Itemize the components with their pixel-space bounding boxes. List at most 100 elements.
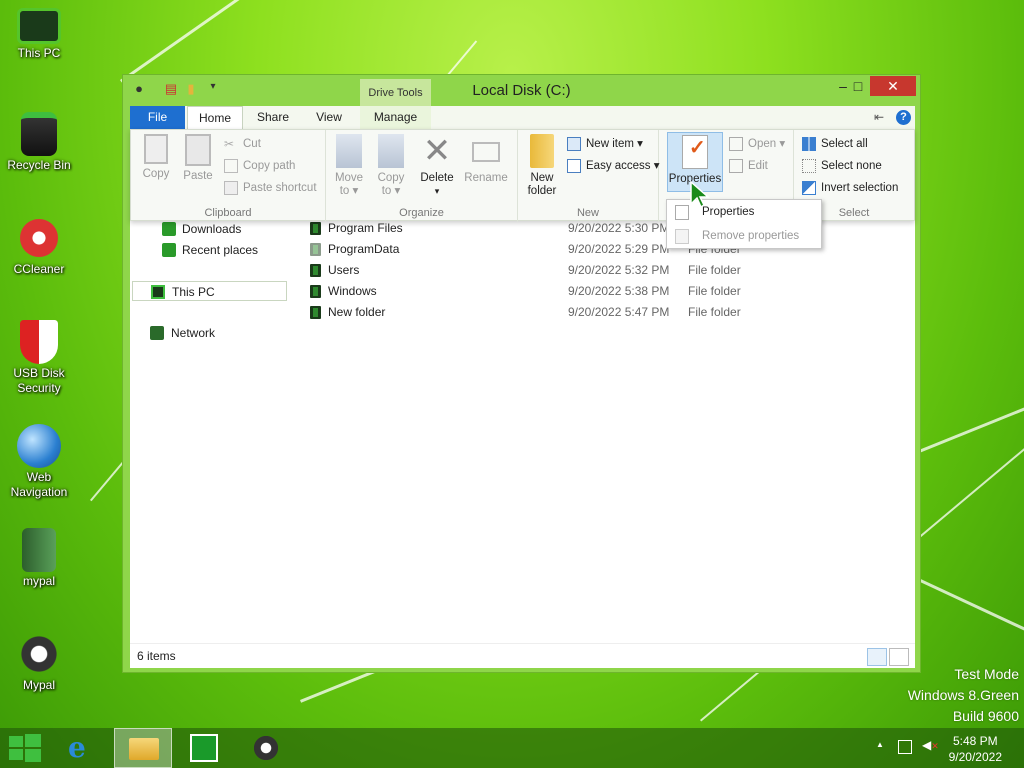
desktop-icon-mypal-folder[interactable]: mypal <box>1 528 77 589</box>
remove-properties-menu-item[interactable]: Remove properties <box>667 225 821 248</box>
item-count: 6 items <box>137 649 176 663</box>
rename-icon <box>472 142 500 162</box>
file-type: File folder <box>688 263 741 277</box>
store-icon <box>190 734 218 762</box>
properties-icon <box>675 205 689 220</box>
desktop-icon-usb-disk-security[interactable]: USB Disk Security <box>1 320 77 396</box>
taskbar-internet-explorer[interactable]: e <box>56 728 114 768</box>
rename-button[interactable]: Rename <box>461 134 511 185</box>
title-bar[interactable]: ● ▤ ▮ ▾ Drive Tools Local Disk (C:) – □ … <box>123 75 920 106</box>
file-name: New folder <box>328 305 386 319</box>
file-row[interactable]: Windows 9/20/2022 5:38 PM File folder <box>308 281 908 302</box>
cut-button[interactable]: ✂ Cut <box>224 135 261 153</box>
raccoon-icon <box>17 632 61 676</box>
folder-icon <box>310 264 321 277</box>
folder-icon <box>22 528 56 572</box>
network-icon[interactable] <box>898 740 912 754</box>
new-group-label: New <box>576 207 599 219</box>
file-explorer-icon <box>129 738 159 760</box>
clock[interactable]: 5:48 PM 9/20/2022 <box>949 733 1002 765</box>
desktop-icon-label: CCleaner <box>13 262 65 276</box>
copy-to-icon <box>378 134 404 168</box>
volume-muted-icon[interactable]: ◀✕ <box>922 738 939 752</box>
desktop-icon-ccleaner[interactable]: CCleaner <box>1 216 77 277</box>
paste-button[interactable]: Paste <box>179 134 217 183</box>
start-button[interactable] <box>0 728 58 768</box>
explorer-window: ● ▤ ▮ ▾ Drive Tools Local Disk (C:) – □ … <box>122 74 921 673</box>
nav-item-downloads[interactable]: Downloads <box>160 219 241 239</box>
help-icon[interactable]: ? <box>896 110 911 125</box>
recycle-bin-icon <box>21 112 57 156</box>
tab-home[interactable]: Home <box>187 106 243 129</box>
this-pc-icon <box>151 285 165 299</box>
tab-share[interactable]: Share <box>245 106 301 129</box>
clipboard-group-label: Clipboard <box>204 207 252 219</box>
desktop-icon-label: mypal <box>22 574 55 588</box>
tab-manage[interactable]: Manage <box>360 106 431 129</box>
windows-logo-icon <box>9 734 41 762</box>
file-name: ProgramData <box>328 242 400 256</box>
monitor-icon <box>17 8 61 44</box>
folder-icon <box>530 134 554 168</box>
large-icons-view-button[interactable] <box>889 648 909 666</box>
easy-access-button[interactable]: Easy access ▾ <box>567 157 660 175</box>
taskbar-file-explorer[interactable] <box>114 728 172 768</box>
internet-explorer-icon: e <box>68 731 86 764</box>
close-button[interactable]: ✕ <box>870 76 916 96</box>
folder-icon <box>310 222 321 235</box>
nav-item-this-pc[interactable]: This PC <box>132 281 287 301</box>
easy-access-icon <box>567 159 581 173</box>
select-all-button[interactable]: Select all <box>802 135 868 153</box>
file-row[interactable]: New folder 9/20/2022 5:47 PM File folder <box>308 302 908 323</box>
tab-file[interactable]: File <box>130 106 185 129</box>
show-hidden-icons-button[interactable]: ▲ <box>876 740 884 749</box>
details-view-button[interactable] <box>867 648 887 666</box>
desktop-icon-web-navigation[interactable]: Web Navigation <box>1 424 77 500</box>
desktop-icon-mypal[interactable]: Mypal <box>1 632 77 693</box>
paste-shortcut-icon <box>224 181 238 195</box>
paste-shortcut-button[interactable]: Paste shortcut <box>224 179 317 197</box>
file-date: 9/20/2022 5:38 PM <box>568 284 670 298</box>
maximize-button[interactable]: □ <box>843 76 873 96</box>
desktop-icon-recycle-bin[interactable]: Recycle Bin <box>1 112 77 173</box>
nav-item-network[interactable]: Network <box>132 323 215 343</box>
delete-button[interactable]: ✕ Delete ▾ <box>416 134 458 198</box>
select-none-button[interactable]: Select none <box>802 157 882 175</box>
test-mode-watermark: Test Mode Windows 8.Green Build 9600 <box>907 666 1019 724</box>
file-row[interactable]: Users 9/20/2022 5:32 PM File folder <box>308 260 908 281</box>
ribbon-tabs: File Home Share View Manage ⇤ ? <box>130 106 915 129</box>
folder-icon <box>310 306 321 319</box>
edit-button[interactable]: Edit <box>729 157 768 175</box>
file-date: 9/20/2022 5:47 PM <box>568 305 670 319</box>
scissors-icon: ✂ <box>224 137 235 151</box>
select-none-icon <box>802 159 816 173</box>
new-group: New folder New item ▾ Easy access ▾ New <box>518 130 660 222</box>
invert-selection-button[interactable]: Invert selection <box>802 179 898 197</box>
tab-view[interactable]: View <box>303 106 355 129</box>
delete-x-icon: ✕ <box>422 132 452 170</box>
new-folder-button[interactable]: New folder <box>522 134 562 198</box>
folder-icon <box>310 285 321 298</box>
new-item-button[interactable]: New item ▾ <box>567 135 643 153</box>
minimize-ribbon-icon[interactable]: ⇤ <box>874 110 884 124</box>
downloads-icon <box>162 222 176 236</box>
desktop-icon-this-pc[interactable]: This PC <box>1 8 77 61</box>
open-button[interactable]: Open ▾ <box>729 135 785 153</box>
nav-item-recent-places[interactable]: Recent places <box>160 240 258 260</box>
copy-icon <box>144 134 168 164</box>
clipboard-icon <box>185 134 211 166</box>
new-item-icon <box>567 137 581 151</box>
file-type: File folder <box>688 284 741 298</box>
recent-places-icon <box>162 243 176 257</box>
file-date: 9/20/2022 5:29 PM <box>568 242 670 256</box>
clock-date: 9/20/2022 <box>948 750 1002 764</box>
move-to-button[interactable]: Move to ▾ <box>329 134 369 198</box>
copy-to-button[interactable]: Copy to ▾ <box>371 134 411 198</box>
desktop-icon-label: USB Disk Security <box>13 366 65 395</box>
desktop-icon-label: Mypal <box>22 678 55 692</box>
copy-button[interactable]: Copy <box>137 134 175 181</box>
taskbar-mypal[interactable] <box>237 728 295 768</box>
navigation-pane: Downloads Recent places This PC Network <box>130 221 290 641</box>
taskbar-store[interactable] <box>175 728 233 768</box>
copy-path-button[interactable]: Copy path <box>224 157 295 175</box>
